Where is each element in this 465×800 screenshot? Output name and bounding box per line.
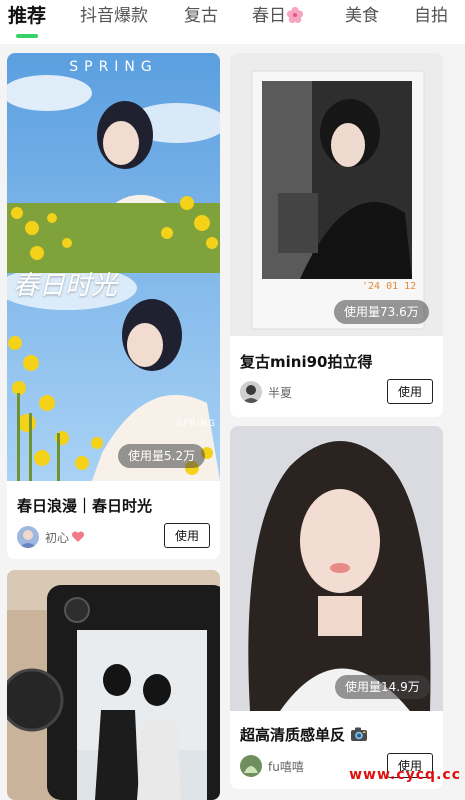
template-cover-image: '24 01 12 使用量73.6万 (230, 53, 443, 336)
author-info[interactable]: 半夏 (240, 381, 292, 403)
tab-recommended[interactable]: 推荐 (8, 4, 46, 28)
polaroid-cover-artwork (230, 53, 443, 336)
use-button[interactable]: 使用 (164, 523, 210, 548)
usage-count-badge: 使用量73.6万 (334, 300, 429, 324)
tab-retro[interactable]: 复古 (184, 4, 218, 28)
template-cover-image: 使用量14.9万 (230, 426, 443, 711)
usage-count-badge: 使用量5.2万 (118, 444, 206, 468)
usage-count-badge: 使用量14.9万 (335, 675, 430, 699)
author-info[interactable]: 初心 (17, 526, 85, 548)
template-card-spring[interactable]: SPRING 春日时光 SPRING 使用量5.2万 春日浪漫｜春日时光 初心 … (7, 53, 220, 559)
use-button[interactable]: 使用 (387, 379, 433, 404)
template-title: 春日浪漫｜春日时光 (17, 497, 153, 515)
tab-spring-label: 春日 (252, 6, 286, 26)
template-title: 复古mini90拍立得 (240, 353, 373, 371)
heart-icon (72, 531, 85, 542)
template-card-dslr[interactable]: 使用量14.9万 超高清质感单反 fu嘻嘻 使用 (230, 426, 443, 789)
watermark-text: www.cycq.cc (349, 767, 461, 783)
template-cover-image: SPRING 春日时光 SPRING 使用量5.2万 (7, 53, 220, 481)
tab-food[interactable]: 美食 (345, 4, 379, 28)
avatar (240, 755, 262, 777)
avatar (240, 381, 262, 403)
category-tab-bar: 推荐 抖音爆款 复古 春日 美食 自拍 (0, 0, 465, 44)
template-title-text: 超高清质感单反 (240, 726, 346, 744)
cover-spring-small: SPRING (176, 419, 216, 429)
dslr-cover-artwork (230, 426, 443, 711)
camera-cover-artwork (7, 570, 220, 800)
tab-selfie[interactable]: 自拍 (414, 4, 448, 28)
author-name: 半夏 (268, 385, 293, 400)
template-cover-image (7, 570, 220, 800)
camera-icon (351, 727, 368, 741)
avatar (17, 526, 39, 548)
author-info[interactable]: fu嘻嘻 (240, 755, 304, 777)
sakura-icon (286, 6, 304, 24)
active-tab-indicator (16, 34, 38, 38)
template-title: 超高清质感单反 (240, 724, 368, 745)
tab-spring[interactable]: 春日 (252, 4, 304, 28)
cover-spring-heading: SPRING (69, 59, 158, 75)
tab-douyin-hits[interactable]: 抖音爆款 (80, 4, 148, 28)
cover-script-title: 春日时光 (13, 271, 118, 301)
author-name: fu嘻嘻 (268, 759, 304, 774)
template-card-polaroid[interactable]: '24 01 12 使用量73.6万 复古mini90拍立得 半夏 使用 (230, 53, 443, 417)
polaroid-date-stamp: '24 01 12 (362, 281, 417, 292)
author-name: 初心 (45, 530, 70, 545)
template-card-camera[interactable] (7, 570, 220, 800)
